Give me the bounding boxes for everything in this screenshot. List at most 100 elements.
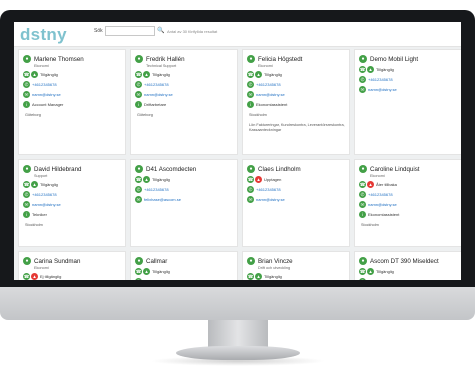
presence-icon: ▲ bbox=[143, 71, 150, 78]
contact-name[interactable]: Fredrik Hallén bbox=[146, 56, 185, 63]
location-note: Göteborg bbox=[137, 113, 153, 117]
status-row: ☎ ▲ Tillgänglig bbox=[135, 268, 170, 275]
contact-card[interactable]: ●Ascom DT 390 Miseldect ☎▲Tillgänglig ✆+46… bbox=[354, 251, 461, 280]
card-header: ● Felicia Högstedt bbox=[247, 55, 302, 63]
phone-number[interactable]: +4612345678 bbox=[144, 279, 169, 280]
phone-number[interactable]: +4612345678 bbox=[32, 192, 57, 197]
app-screen: dstny Sök 🔍 Antal av 30 förifyllda resul… bbox=[14, 22, 461, 280]
email-row[interactable]: ✉ namn@dstny.se bbox=[359, 201, 397, 208]
email-row[interactable]: ✉ felixhase@ascom.se bbox=[135, 196, 181, 203]
phone-row[interactable]: ✆+4612345678 bbox=[135, 81, 169, 88]
phone-icon: ☎ bbox=[23, 181, 30, 188]
presence-icon: ▲ bbox=[143, 268, 150, 275]
presence-icon: ▲ bbox=[31, 181, 38, 188]
phone-number[interactable]: +4612345678 bbox=[144, 187, 169, 192]
monitor-chin bbox=[0, 287, 475, 320]
contact-card[interactable]: ● Demo Mobil Light ☎ ▲ Tillgänglig ✆ +46123456… bbox=[354, 49, 461, 155]
contact-name[interactable]: Brian Vincze bbox=[258, 258, 293, 265]
call-icon: ✆ bbox=[359, 278, 366, 280]
avatar: ● bbox=[359, 257, 367, 265]
phone-row[interactable]: ✆+4612345678 bbox=[135, 278, 169, 280]
email-link[interactable]: namn@dstny.se bbox=[256, 92, 285, 97]
phone-row[interactable]: ✆+4612345678 bbox=[247, 81, 281, 88]
phone-row[interactable]: ✆+4612345678 bbox=[247, 186, 281, 193]
contact-card[interactable]: ● Caroline Lindquist Ekonomi ☎ ▲ Åter tillbak… bbox=[354, 159, 461, 247]
contact-card[interactable]: ● D41 Ascomdecten ☎ ▲ Tillgänglig ✆ +461234567… bbox=[130, 159, 238, 247]
contact-name[interactable]: Carina Sundman bbox=[34, 258, 80, 265]
mail-icon: ✉ bbox=[135, 91, 142, 98]
job-title: Account Manager bbox=[32, 102, 64, 107]
phone-number[interactable]: +4612345678 bbox=[368, 192, 393, 197]
presence-icon: ▲ bbox=[255, 273, 262, 280]
search-hint: Antal av 30 förifyllda resultat bbox=[167, 29, 218, 34]
avatar: ● bbox=[247, 257, 255, 265]
presence-status: Tillgänglig bbox=[376, 269, 394, 274]
email-row[interactable]: ✉ namn@dstny.se bbox=[23, 201, 61, 208]
call-icon: ✆ bbox=[247, 81, 254, 88]
contact-card[interactable]: ● David Hildebrand Support ☎ ▲ Tillgänglig ✆ +4… bbox=[18, 159, 126, 247]
phone-row[interactable]: ✆+4612345678 bbox=[359, 191, 393, 198]
phone-number[interactable]: +4612345678 bbox=[144, 82, 169, 87]
presence-status: Tillgänglig bbox=[152, 177, 170, 182]
phone-row[interactable]: ✆+4612345678 bbox=[359, 278, 393, 280]
status-row: ☎ ▲ Ej tillgänglig bbox=[23, 273, 61, 280]
phone-icon: ☎ bbox=[247, 273, 254, 280]
phone-number[interactable]: +4612345678 bbox=[256, 82, 281, 87]
call-icon: ✆ bbox=[135, 278, 142, 280]
email-link[interactable]: namn@dstny.se bbox=[144, 92, 173, 97]
contact-card[interactable]: ● Marlene Thomsen Ekonomi ☎ ▲ Tillgänglig ✆ +46… bbox=[18, 49, 126, 155]
avatar: ● bbox=[247, 55, 255, 63]
email-link[interactable]: namn@dstny.se bbox=[368, 202, 397, 207]
email-row[interactable]: ✉ namn@dstny.se bbox=[23, 91, 61, 98]
email-link[interactable]: namn@dstny.se bbox=[32, 92, 61, 97]
phone-row[interactable]: ✆+4612345678 bbox=[23, 191, 57, 198]
phone-number[interactable]: +4612345678 bbox=[368, 279, 393, 280]
monitor-mockup: dstny Sök 🔍 Antal av 30 förifyllda resul… bbox=[0, 0, 475, 385]
email-row[interactable]: ✉ namn@dstny.se bbox=[247, 196, 285, 203]
phone-number[interactable]: +4612345678 bbox=[32, 82, 57, 87]
status-row: ☎ ▲ Tillgänglig bbox=[135, 176, 170, 183]
phone-icon: ☎ bbox=[359, 66, 366, 73]
phone-number[interactable]: +4612345678 bbox=[368, 77, 393, 82]
email-link[interactable]: namn@dstny.se bbox=[32, 202, 61, 207]
search-input[interactable] bbox=[105, 26, 155, 36]
contact-card[interactable]: ●Callmar ☎▲Tillgänglig ✆+4612345678 bbox=[130, 251, 238, 280]
contact-name[interactable]: Felicia Högstedt bbox=[258, 56, 302, 63]
contact-role: Support bbox=[34, 174, 48, 178]
contact-name[interactable]: Callmar bbox=[146, 258, 167, 265]
email-link[interactable]: namn@dstny.se bbox=[256, 197, 285, 202]
avatar: ● bbox=[247, 165, 255, 173]
email-row[interactable]: ✉ namn@dstny.se bbox=[135, 91, 173, 98]
email-link[interactable]: felixhase@ascom.se bbox=[144, 197, 181, 202]
contact-card[interactable]: ● Felicia Högstedt Ekonomi ☎ ▲ Tillgänglig ✆ +4… bbox=[242, 49, 350, 155]
phone-row[interactable]: ✆+4612345678 bbox=[135, 186, 169, 193]
contact-name[interactable]: D41 Ascomdecten bbox=[146, 166, 196, 173]
contact-name[interactable]: Caroline Lindquist bbox=[370, 166, 420, 173]
contact-card[interactable]: ● Brian Vincze Drift och utveckling ☎ ▲ Tillg… bbox=[242, 251, 350, 280]
phone-row[interactable]: ✆+4612345678 bbox=[23, 81, 57, 88]
contact-name[interactable]: Claes Lindholm bbox=[258, 166, 301, 173]
email-row[interactable]: ✉ namn@dstny.se bbox=[359, 86, 397, 93]
phone-number[interactable]: +4612345678 bbox=[256, 187, 281, 192]
card-header: ● Demo Mobil Light bbox=[359, 55, 418, 63]
contact-name[interactable]: Marlene Thomsen bbox=[34, 56, 84, 63]
card-header: ● Brian Vincze bbox=[247, 257, 293, 265]
job-title: Tekniker bbox=[32, 212, 47, 217]
presence-icon: ▲ bbox=[31, 71, 38, 78]
search-label: Sök bbox=[94, 28, 103, 34]
location-note: Stockholm bbox=[25, 223, 43, 227]
phone-icon: ☎ bbox=[247, 176, 254, 183]
top-bar: dstny Sök 🔍 Antal av 30 förifyllda resul… bbox=[14, 22, 461, 47]
contact-name[interactable]: Ascom DT 390 Miseldect bbox=[370, 258, 439, 265]
email-row[interactable]: ✉ namn@dstny.se bbox=[247, 91, 285, 98]
contact-card[interactable]: ●Carina SundmanEkonomi☎▲Ej tillgänglig✆+… bbox=[18, 251, 126, 280]
contact-name[interactable]: Demo Mobil Light bbox=[370, 56, 418, 63]
phone-row[interactable]: ✆+4612345678 bbox=[359, 76, 393, 83]
contact-name[interactable]: David Hildebrand bbox=[34, 166, 81, 173]
email-link[interactable]: namn@dstny.se bbox=[368, 87, 397, 92]
contact-card[interactable]: ● Fredrik Hallén Technical Support ☎ ▲ Tillgä… bbox=[130, 49, 238, 155]
card-header: ● D41 Ascomdecten bbox=[135, 165, 196, 173]
contact-card[interactable]: ● Claes Lindholm ☎ ▲ Upptagen ✆ +4612345678 ✉ na… bbox=[242, 159, 350, 247]
search-icon[interactable]: 🔍 bbox=[157, 26, 165, 36]
job-title: Ekonomiassistent bbox=[256, 102, 288, 107]
